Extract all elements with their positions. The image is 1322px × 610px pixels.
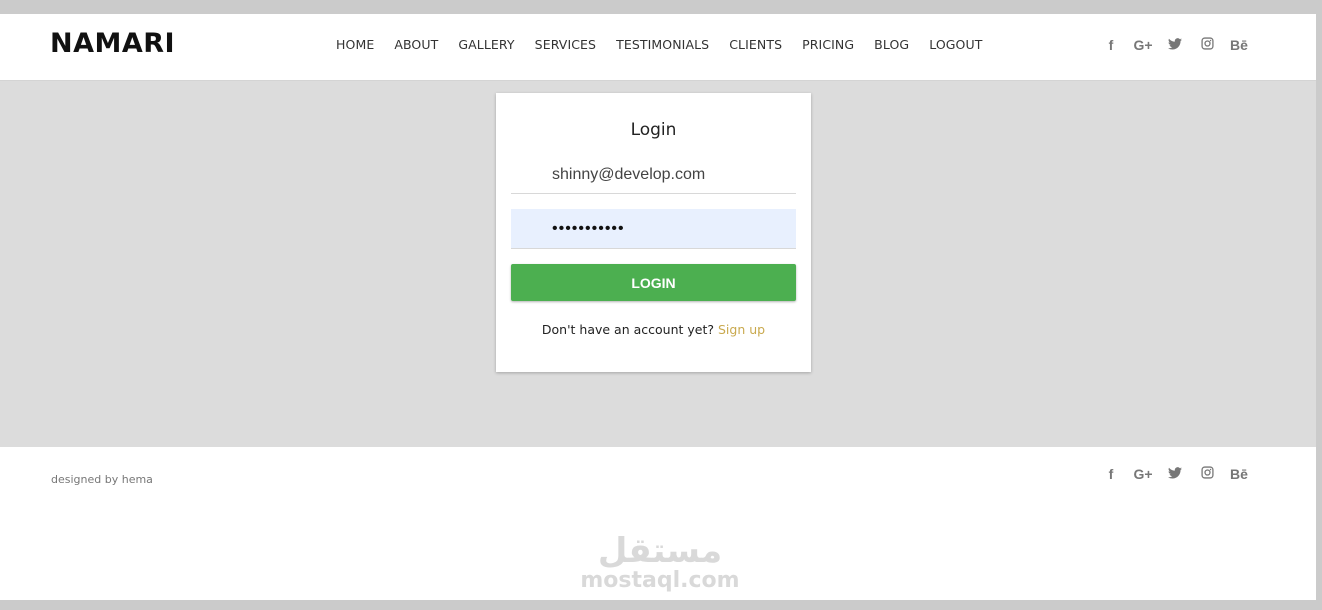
site-footer: designed by hema f G+ Bē مستقل mostaql.c… [0,447,1316,600]
google-plus-icon[interactable]: G+ [1127,37,1159,53]
instagram-icon[interactable] [1191,466,1223,482]
nav-testimonials[interactable]: TESTIMONIALS [616,37,709,52]
nav-blog[interactable]: BLOG [874,37,909,52]
nav-logout[interactable]: LOGOUT [929,37,982,52]
page: NAMARI HOME ABOUT GALLERY SERVICES TESTI… [0,14,1316,600]
facebook-icon[interactable]: f [1095,37,1127,53]
login-title: Login [630,120,677,140]
site-logo[interactable]: NAMARI [50,28,175,59]
site-header: NAMARI HOME ABOUT GALLERY SERVICES TESTI… [0,14,1316,81]
behance-icon[interactable]: Bē [1223,37,1255,53]
login-button[interactable]: LOGIN [511,264,796,301]
signup-prompt-text: Don't have an account yet? [541,322,714,337]
signup-link[interactable]: Sign up [718,322,765,337]
footer-social-links: f G+ Bē [1095,466,1255,482]
watermark-arabic: مستقل [597,531,723,571]
nav-home[interactable]: HOME [336,37,374,52]
twitter-icon[interactable] [1159,466,1191,482]
main-content: Login LOGIN Don't have an account yet? S… [0,81,1316,447]
facebook-icon[interactable]: f [1095,466,1127,482]
instagram-icon[interactable] [1191,37,1223,53]
signup-prompt-line: Don't have an account yet? Sign up [496,322,811,337]
google-plus-icon[interactable]: G+ [1127,466,1159,482]
main-nav: HOME ABOUT GALLERY SERVICES TESTIMONIALS… [336,37,1002,52]
nav-services[interactable]: SERVICES [535,37,596,52]
nav-about[interactable]: ABOUT [394,37,438,52]
password-field[interactable] [511,209,796,249]
footer-credit: designed by hema [51,473,153,486]
watermark-logo: مستقل mostaql.com [560,533,760,593]
watermark-url: mostaql.com [580,568,740,593]
nav-clients[interactable]: CLIENTS [729,37,782,52]
behance-icon[interactable]: Bē [1223,466,1255,482]
email-field[interactable] [511,157,796,194]
login-card: Login LOGIN Don't have an account yet? S… [496,93,811,372]
header-social-links: f G+ Bē [1095,37,1255,53]
nav-pricing[interactable]: PRICING [802,37,854,52]
nav-gallery[interactable]: GALLERY [458,37,514,52]
twitter-icon[interactable] [1159,37,1191,53]
